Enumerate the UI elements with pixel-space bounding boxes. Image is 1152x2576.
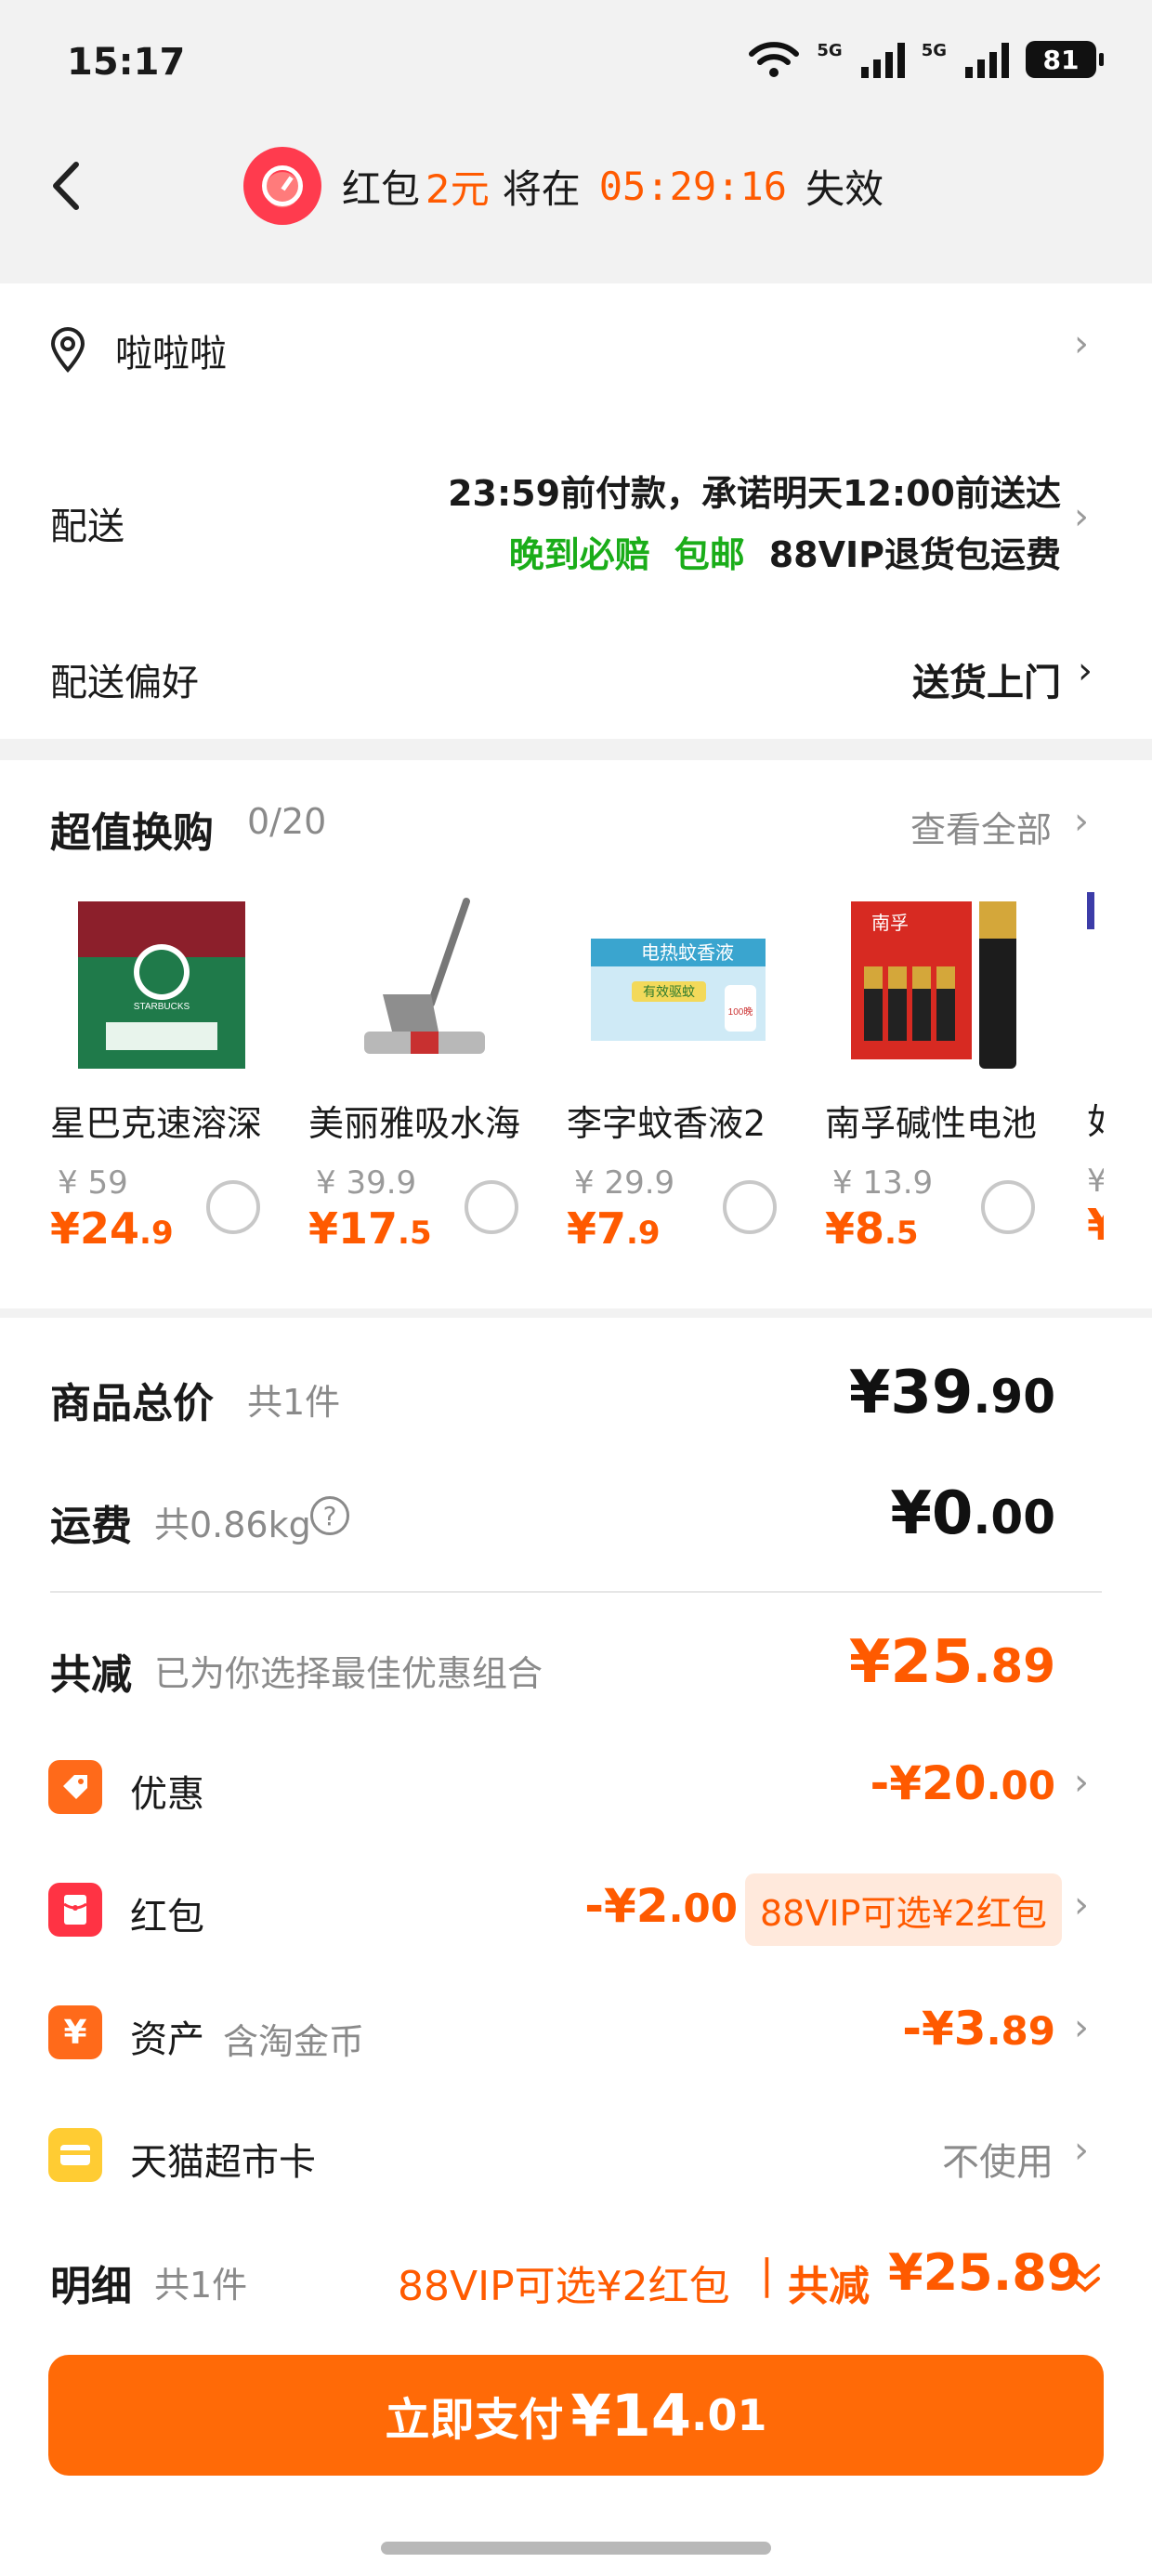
goods-count: 共1件 [247, 1382, 341, 1423]
network-type-1: 5G [817, 41, 843, 60]
delivery-pref-label: 配送偏好 [50, 662, 199, 704]
total-reduction-amount: ¥25.89 [848, 1628, 1055, 1697]
select-radio[interactable] [465, 1180, 518, 1234]
home-indicator[interactable] [381, 2542, 771, 2555]
detail-label: 明细 [50, 2263, 132, 2310]
battery-product-image: 南孚 [844, 892, 1029, 1078]
chevron-right-icon[interactable]: › [1074, 498, 1089, 535]
red-packet-expiry-banner: 红包 2元 将在 05:29:16 失效 [243, 144, 884, 228]
wifi-icon [749, 42, 800, 77]
tag-icon [48, 1760, 102, 1814]
starbucks-product-image: STARBUCKS [69, 892, 255, 1078]
delivery-promise: 23:59前付款，承诺明天12:00前送达 [448, 473, 1061, 514]
yen-icon: ¥ [48, 2005, 102, 2059]
exchange-product[interactable]: STARBUCKS 星巴克速溶深 ¥ 59 ¥24.9 [50, 892, 282, 1254]
exchange-product[interactable]: 电热蚊香液 有效驱蚊 100晚 李字蚊香液2 ¥ 29.9 ¥7.9 [567, 892, 799, 1254]
delivery-pref-value[interactable]: 送货上门 [912, 652, 1061, 706]
product-name: 星巴克速溶深 [50, 1103, 263, 1144]
exchange-product[interactable]: 南孚 南孚碱性电池 ¥ 13.9 ¥8.5 [825, 892, 1057, 1254]
detail-count: 共1件 [154, 2265, 248, 2306]
mosquito-liquid-product-image: 电热蚊香液 有效驱蚊 100晚 [585, 892, 771, 1078]
shipping-label: 运费 [50, 1503, 132, 1550]
red-packet-icon [48, 1883, 102, 1937]
total-reduction-note: 已为你选择最佳优惠组合 [154, 1653, 543, 1694]
mop-product-image [327, 892, 513, 1078]
back-icon[interactable] [41, 153, 97, 218]
status-bar: 15:17 5G 5G 81 [0, 0, 1152, 139]
starbucks-brand-text: STARBUCKS [134, 1002, 190, 1012]
pay-amount-int: ¥14 [570, 2381, 691, 2450]
countdown-timer: 05:29:16 [598, 163, 788, 209]
system-icons: 5G 5G 81 [748, 41, 1104, 78]
shipping-weight: 共0.86kg [154, 1505, 311, 1545]
chevron-double-down-icon[interactable] [1068, 2260, 1102, 2297]
divider [50, 1591, 1102, 1593]
chevron-right-icon[interactable]: › [1074, 2132, 1089, 2169]
view-all-link[interactable]: 查看全部 [910, 801, 1052, 852]
delivery-label: 配送 [50, 506, 124, 548]
discount-label: 优惠 [130, 1773, 204, 1816]
status-time: 15:17 [67, 41, 186, 84]
exchange-product-partial[interactable]: 如 ¥ ¥ [1087, 892, 1104, 1273]
goods-total-price: ¥39.90 [848, 1359, 1055, 1427]
total-reduction-label: 共减 [50, 1651, 132, 1699]
shipping-price: ¥0.00 [890, 1479, 1055, 1548]
banner-suffix: 失效 [805, 165, 884, 212]
detail-divider: | [760, 2251, 774, 2298]
vip-return-tag: 88VIP退货包运费 [768, 534, 1061, 575]
banner-amount: 2元 [425, 165, 490, 212]
address-name[interactable]: 啦啦啦 [115, 323, 227, 377]
detail-vip-note[interactable]: 88VIP可选¥2红包 [398, 2253, 730, 2312]
banner-middle: 将在 [502, 165, 581, 212]
assets-sub: 含淘金币 [223, 2021, 365, 2062]
banner-prefix: 红包 [342, 165, 421, 212]
exchange-count: 0/20 [247, 801, 327, 842]
card-icon [48, 2128, 102, 2182]
chevron-right-icon[interactable]: › [1078, 652, 1093, 690]
select-radio[interactable] [206, 1180, 260, 1234]
pay-amount-dec: .01 [690, 2390, 767, 2440]
mosquito-count-text: 100晚 [728, 1006, 753, 1018]
chevron-right-icon[interactable]: › [1074, 1764, 1089, 1801]
red-packet-label: 红包 [130, 1896, 204, 1939]
red-packet-amount[interactable]: -¥2.00 [584, 1879, 738, 1933]
exchange-title: 超值换购 [50, 809, 214, 857]
select-radio[interactable] [981, 1180, 1035, 1234]
chevron-right-icon[interactable]: › [1074, 2009, 1089, 2046]
location-pin-icon [50, 327, 85, 374]
signal-icon [860, 41, 905, 78]
vip-red-packet-badge[interactable]: 88VIP可选¥2红包 [745, 1873, 1062, 1946]
signal-icon-2 [965, 41, 1009, 78]
battery-brand-text: 南孚 [871, 913, 909, 934]
pay-now-button[interactable]: 立即支付 ¥14 .01 [48, 2355, 1104, 2476]
exchange-product[interactable]: 美丽雅吸水海 ¥ 39.9 ¥17.5 [308, 892, 541, 1254]
pay-label: 立即支付 [385, 2394, 564, 2446]
late-compensation-tag: 晚到必赔 [508, 534, 650, 575]
stopwatch-icon [243, 147, 321, 225]
delivery-tags: 晚到必赔 包邮 88VIP退货包运费 [509, 526, 1061, 577]
supermarket-card-label: 天猫超市卡 [130, 2141, 316, 2184]
chevron-right-icon[interactable]: › [1074, 325, 1089, 362]
select-radio[interactable] [723, 1180, 777, 1234]
goods-total-label: 商品总价 [50, 1380, 214, 1427]
product-name: 南孚碱性电池 [825, 1103, 1038, 1144]
network-type-2: 5G [921, 41, 947, 60]
discount-amount[interactable]: -¥20.00 [870, 1756, 1055, 1810]
mosquito-badge-text: 有效驱蚊 [643, 984, 695, 999]
detail-total-value: ¥25.89 [888, 2243, 1082, 2302]
help-icon[interactable]: ? [310, 1496, 349, 1535]
chevron-right-icon[interactable]: › [1074, 803, 1089, 840]
battery-icon: 81 [1026, 41, 1104, 78]
free-shipping-tag: 包邮 [674, 534, 745, 575]
chevron-right-icon[interactable]: › [1074, 1886, 1089, 1924]
mosquito-title-text: 电热蚊香液 [641, 942, 734, 964]
assets-amount[interactable]: -¥3.89 [902, 2002, 1055, 2056]
assets-label: 资产 [130, 2018, 204, 2061]
product-name: 李字蚊香液2 [567, 1103, 766, 1144]
supermarket-card-value[interactable]: 不使用 [942, 2132, 1054, 2186]
product-name: 美丽雅吸水海 [308, 1103, 521, 1144]
detail-total-label: 共减 [788, 2263, 870, 2310]
